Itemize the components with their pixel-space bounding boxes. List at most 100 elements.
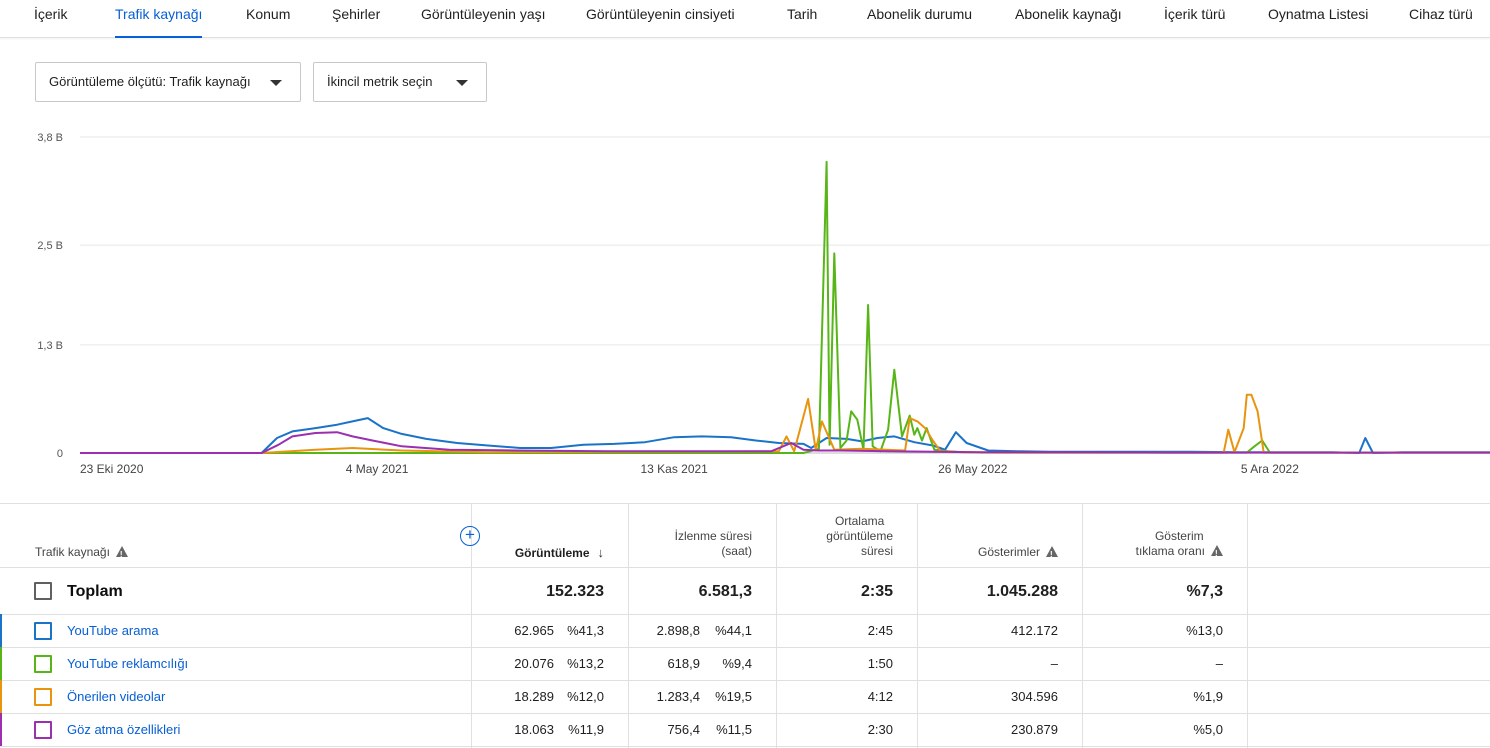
traffic-source-table: Trafik kaynağı + Görüntüleme ↓ İzlenme sü…: [0, 503, 1490, 748]
tab-traffic-source[interactable]: Trafik kaynağı: [115, 0, 203, 38]
header-watch-time[interactable]: İzlenme süresi (saat): [675, 529, 752, 559]
row-ctr: %13,0: [1186, 623, 1223, 638]
arrow-down-icon: ↓: [597, 545, 605, 560]
row-color-marker: [0, 647, 2, 680]
header-ctr-line1: Gösterim: [1154, 529, 1204, 543]
header-impressions[interactable]: Gösterimler: [977, 545, 1058, 562]
row-impressions: –: [1050, 656, 1058, 671]
row-source-link[interactable]: Önerilen videolar: [67, 689, 165, 704]
tab-playlist[interactable]: Oynatma Listesi: [1268, 0, 1368, 38]
chevron-down-icon: [270, 80, 282, 86]
header-impressions-label: Gösterimler: [977, 545, 1040, 559]
header-ctr-line2: tıklama oranı: [1135, 544, 1205, 558]
header-avg-duration-line1: Ortalama: [834, 514, 885, 528]
x-tick-label: 4 May 2021: [346, 462, 409, 476]
x-tick-label: 26 May 2022: [938, 462, 1008, 476]
tab-location[interactable]: Konum: [246, 0, 290, 38]
row-views-pct: %13,2: [567, 656, 604, 671]
row-avg-duration: 1:50: [867, 656, 893, 671]
row-avg-duration: 2:30: [867, 722, 893, 737]
header-watch-time-line2: (saat): [721, 544, 752, 558]
row-ctr: %5,0: [1193, 722, 1223, 737]
y-tick-label: 2,5 B: [37, 240, 63, 252]
header-views[interactable]: Görüntüleme ↓: [515, 545, 604, 561]
row-source-link[interactable]: YouTube arama: [67, 623, 159, 638]
secondary-metric-dropdown[interactable]: İkincil metrik seçin: [313, 62, 487, 102]
row-color-marker: [0, 614, 2, 647]
row-views-pct: %41,3: [567, 623, 604, 638]
header-avg-duration[interactable]: Ortalama görüntüleme süresi: [826, 514, 893, 559]
total-views: 152.323: [546, 583, 604, 600]
row-source-link[interactable]: YouTube reklamcılığı: [67, 656, 188, 671]
tab-device-type[interactable]: Cihaz türü: [1409, 0, 1473, 38]
x-tick-label: 23 Eki 2020: [80, 462, 144, 476]
total-impressions: 1.045.288: [986, 583, 1058, 600]
row-ctr: –: [1215, 656, 1223, 671]
tab-date[interactable]: Tarih: [787, 0, 817, 38]
row-views: 18.063: [514, 722, 554, 737]
traffic-line-chart: 0 1,3 B 2,5 B 3,8 B 23 Eki 2020 4 May 2021 13 …: [37, 132, 1490, 476]
row-watch-pct: %9,4: [722, 656, 752, 671]
header-traffic-source-label: Trafik kaynağı: [35, 545, 110, 559]
row-watch-time: 756,4: [667, 722, 700, 737]
header-traffic-source[interactable]: Trafik kaynağı: [35, 545, 128, 562]
row-watch-pct: %11,5: [716, 722, 752, 737]
total-watch-time: 6.581,3: [698, 583, 752, 600]
x-tick-label: 13 Kas 2021: [640, 462, 708, 476]
tab-viewer-gender[interactable]: Görüntüleyenin cinsiyeti: [586, 0, 735, 38]
tab-cities[interactable]: Şehirler: [332, 0, 380, 38]
row-watch-time: 2.898,8: [656, 623, 700, 638]
row-checkbox[interactable]: [34, 622, 52, 640]
row-views-pct: %12,0: [567, 689, 604, 704]
row-avg-duration: 2:45: [867, 623, 893, 638]
warning-icon: [1046, 546, 1058, 562]
row-source-link[interactable]: Göz atma özellikleri: [67, 722, 180, 737]
row-watch-time: 618,9: [667, 656, 700, 671]
row-color-marker: [0, 680, 2, 713]
row-ctr: %1,9: [1193, 689, 1223, 704]
tab-viewer-age[interactable]: Görüntüleyenin yaşı: [421, 0, 546, 38]
table-row: Göz atma özellikleri 18.063 %11,9 756,4 …: [0, 713, 1490, 746]
warning-icon: [1211, 545, 1223, 561]
row-checkbox[interactable]: [34, 655, 52, 673]
metric-dropdown[interactable]: Görüntüleme ölçütü: Trafik kaynağı: [35, 62, 301, 102]
row-watch-time: 1.283,4: [656, 689, 700, 704]
tab-subscription-status[interactable]: Abonelik durumu: [867, 0, 972, 38]
row-checkbox[interactable]: [34, 721, 52, 739]
series-line: [80, 393, 1490, 454]
row-impressions: 412.172: [1011, 623, 1058, 638]
total-checkbox[interactable]: [34, 582, 52, 600]
series-line: [80, 160, 1490, 454]
total-ctr: %7,3: [1186, 583, 1223, 600]
row-color-marker: [0, 713, 2, 746]
secondary-metric-dropdown-label: İkincil metrik seçin: [327, 74, 433, 89]
header-watch-time-line1: İzlenme süresi: [674, 529, 752, 543]
tab-bar: İçerik Trafik kaynağı Konum Şehirler Gör…: [0, 0, 1490, 38]
metric-dropdown-label: Görüntüleme ölçütü: Trafik kaynağı: [49, 74, 251, 89]
total-avg-duration: 2:35: [860, 583, 893, 600]
tab-content[interactable]: İçerik: [34, 0, 67, 38]
y-tick-label: 3,8 B: [37, 132, 63, 144]
header-avg-duration-line3: süresi: [860, 544, 893, 558]
table-row: YouTube reklamcılığı 20.076 %13,2 618,9 …: [0, 647, 1490, 680]
header-ctr[interactable]: Gösterim tıklama oranı: [1135, 529, 1223, 561]
warning-icon: [115, 546, 128, 562]
row-views: 18.289: [514, 689, 554, 704]
header-avg-duration-line2: görüntüleme: [826, 529, 893, 543]
series-line: [80, 417, 1490, 454]
add-metric-button[interactable]: +: [460, 526, 480, 546]
row-checkbox[interactable]: [34, 688, 52, 706]
header-views-label: Görüntüleme: [514, 546, 590, 560]
tab-subscription-source[interactable]: Abonelik kaynağı: [1015, 0, 1122, 38]
row-impressions: 230.879: [1011, 722, 1058, 737]
row-watch-pct: %19,5: [715, 689, 752, 704]
row-avg-duration: 4:12: [867, 689, 893, 704]
y-tick-label: 1,3 B: [37, 340, 63, 352]
chevron-down-icon: [456, 80, 468, 86]
row-views: 20.076: [514, 656, 554, 671]
row-views: 62.965: [514, 623, 554, 638]
table-row: YouTube arama 62.965 %41,3 2.898,8 %44,1…: [0, 614, 1490, 647]
total-label: Toplam: [67, 583, 123, 600]
table-row: Önerilen videolar 18.289 %12,0 1.283,4 %…: [0, 680, 1490, 713]
tab-content-type[interactable]: İçerik türü: [1164, 0, 1225, 38]
